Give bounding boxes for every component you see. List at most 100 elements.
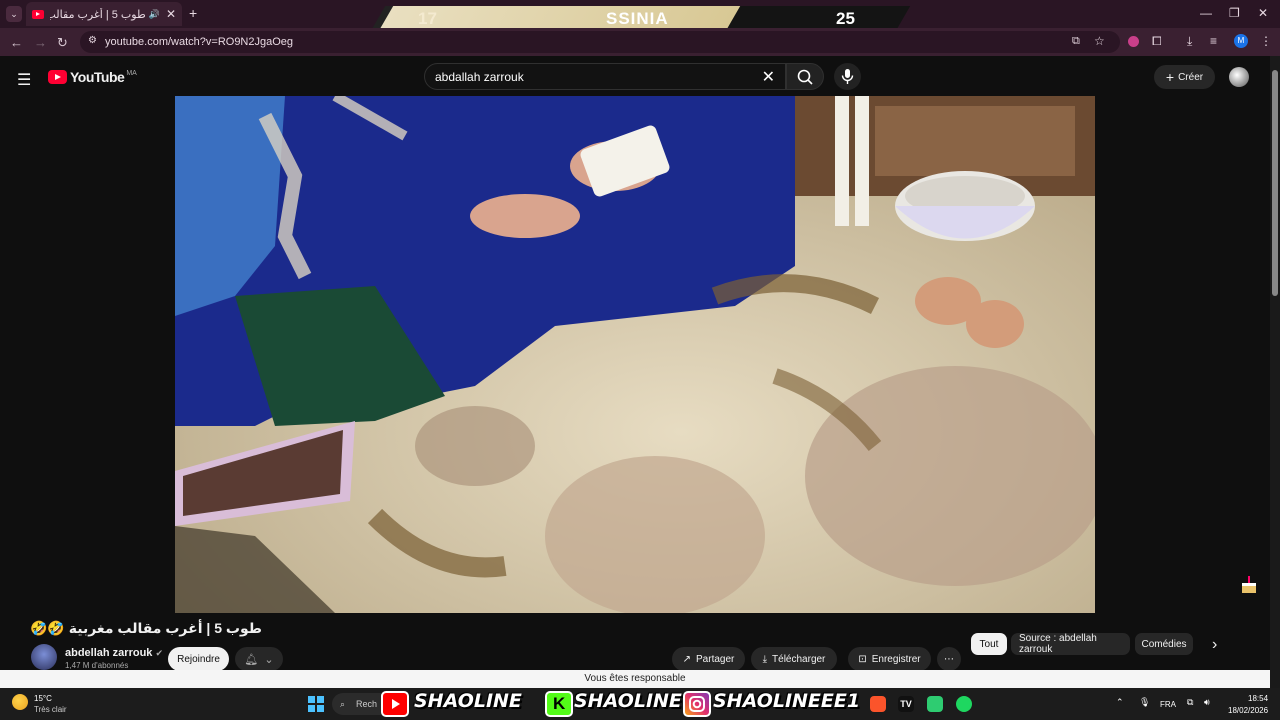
scrollbar-thumb[interactable] bbox=[1272, 70, 1278, 296]
download-button[interactable]: ⤓ Télécharger bbox=[751, 647, 837, 671]
network-icon[interactable]: ⧉ bbox=[1187, 697, 1193, 708]
cake-sticker-icon bbox=[1240, 573, 1258, 595]
verified-icon: ✔ bbox=[155, 648, 164, 658]
spotify-icon[interactable] bbox=[956, 696, 972, 712]
notice-banner: Vous êtes responsable bbox=[0, 670, 1270, 688]
clock-date: 18/02/2026 bbox=[1228, 706, 1269, 715]
tray-microphone-icon[interactable]: 🎙︎ bbox=[1139, 697, 1150, 708]
save-icon: ⊡ bbox=[858, 653, 867, 665]
profile-avatar[interactable]: M bbox=[1234, 34, 1248, 48]
share-label: Partager bbox=[696, 653, 735, 665]
join-button[interactable]: Rejoindre bbox=[168, 647, 229, 671]
taskbar-search-icon: ⌕ bbox=[340, 699, 346, 709]
voice-search-button[interactable] bbox=[834, 63, 861, 90]
page-scrollbar[interactable] bbox=[1270, 56, 1280, 688]
brave-browser-icon[interactable] bbox=[870, 696, 886, 712]
browser-menu-icon[interactable]: ⋮ bbox=[1260, 34, 1272, 48]
new-tab-button[interactable]: + bbox=[189, 5, 197, 21]
youtube-favicon-icon bbox=[32, 9, 44, 19]
taskbar-search-label: Rech bbox=[356, 699, 378, 709]
kick-banner-icon: K bbox=[545, 691, 573, 717]
browser-toolbar: ← → ↻ ⚙ youtube.com/watch?v=RO9N2JgaOeg … bbox=[0, 28, 1280, 56]
url-text: youtube.com/watch?v=RO9N2JgaOeg bbox=[105, 36, 294, 48]
youtube-banner-icon bbox=[381, 691, 409, 717]
chip-source[interactable]: Source : abdellah zarrouk bbox=[1011, 633, 1130, 655]
notification-bell-button[interactable]: 🔔︎ ⌄ bbox=[235, 647, 283, 671]
download-icon[interactable]: ⤓ bbox=[1187, 34, 1192, 49]
close-window-icon[interactable]: ✕ bbox=[1258, 6, 1268, 20]
plus-icon: + bbox=[1165, 69, 1175, 85]
cast-icon[interactable]: ⧉ bbox=[1072, 35, 1080, 48]
youtube-logo[interactable]: YouTube MA bbox=[48, 69, 137, 85]
video-player[interactable] bbox=[175, 96, 1095, 613]
browser-tab[interactable]: طوب 5 | أغرب مقالب مغربية 🔊 ✕ bbox=[26, 2, 182, 26]
system-clock[interactable]: 18:54 18/02/2026 bbox=[1228, 693, 1268, 717]
account-avatar[interactable] bbox=[1229, 67, 1249, 87]
back-icon[interactable]: ← bbox=[10, 35, 23, 50]
search-icon bbox=[797, 69, 813, 85]
more-actions-button[interactable]: ⋯ bbox=[937, 647, 961, 671]
youtube-wordmark: YouTube bbox=[70, 69, 125, 85]
close-tab-icon[interactable]: ✕ bbox=[166, 7, 176, 21]
youtube-banner-handle: SHAOLINE bbox=[414, 690, 522, 712]
save-label: Enregistrer bbox=[871, 653, 921, 665]
bookmark-star-icon[interactable]: ☆ bbox=[1094, 34, 1105, 48]
more-icon: ⋯ bbox=[944, 653, 954, 665]
clear-search-icon[interactable]: ✕ bbox=[762, 67, 775, 87]
share-button[interactable]: ↗ Partager bbox=[672, 647, 745, 671]
clock-time: 18:54 bbox=[1248, 694, 1269, 703]
download-video-icon: ⤓ bbox=[762, 653, 768, 665]
search-value: abdallah zarrouk bbox=[435, 70, 524, 84]
subscriber-count: 1,47 M d'abonnés bbox=[65, 661, 129, 670]
hamburger-menu-icon[interactable]: ☰ bbox=[17, 70, 31, 90]
create-label: Créer bbox=[1178, 71, 1204, 83]
instagram-banner-icon bbox=[683, 691, 711, 717]
microphone-icon bbox=[841, 69, 854, 84]
extensions-puzzle-icon[interactable]: ⧠ bbox=[1152, 34, 1162, 49]
video-frame bbox=[175, 96, 1095, 613]
volume-icon[interactable]: 🔊︎ bbox=[1204, 697, 1210, 708]
search-button[interactable] bbox=[786, 63, 824, 90]
download-label: Télécharger bbox=[772, 653, 826, 665]
channel-name-text: abdellah zarrouk bbox=[65, 647, 153, 659]
minimize-icon[interactable]: — bbox=[1200, 6, 1212, 20]
tradingview-icon[interactable]: TV bbox=[898, 696, 914, 712]
tab-title: طوب 5 | أغرب مقالب مغربية bbox=[50, 8, 146, 21]
score-right: 25 bbox=[836, 9, 855, 28]
weather-icon[interactable] bbox=[12, 694, 28, 710]
player-backdrop-left bbox=[0, 96, 175, 613]
weather-description: Très clair bbox=[34, 705, 67, 714]
speaker-icon[interactable]: 🔊 bbox=[149, 9, 160, 20]
media-controls-icon[interactable]: ≡ bbox=[1210, 34, 1217, 48]
address-bar[interactable]: ⚙ youtube.com/watch?v=RO9N2JgaOeg bbox=[80, 31, 1120, 53]
reload-icon[interactable]: ↻ bbox=[57, 35, 68, 51]
restore-icon[interactable]: ❐ bbox=[1229, 6, 1240, 20]
save-button[interactable]: ⊡ Enregistrer bbox=[848, 647, 931, 671]
score-left: 17 bbox=[418, 9, 437, 28]
chip-all[interactable]: Tout bbox=[971, 633, 1007, 655]
share-icon: ↗ bbox=[682, 653, 692, 665]
app-icon[interactable] bbox=[927, 696, 943, 712]
player-backdrop-right bbox=[1095, 96, 1270, 613]
video-title: طوب 5 | أغرب مقالب مغربية 🤣🤣 bbox=[30, 620, 262, 636]
forward-icon[interactable]: → bbox=[34, 35, 47, 50]
channel-name[interactable]: abdellah zarrouk ✔ bbox=[65, 647, 163, 659]
bell-icon: 🔔︎ bbox=[244, 653, 259, 666]
chevron-down-icon: ⌄ bbox=[264, 653, 274, 666]
tab-list-button[interactable]: ⌄ bbox=[6, 6, 22, 22]
create-button[interactable]: + Créer bbox=[1154, 65, 1215, 89]
site-info-icon[interactable]: ⚙ bbox=[88, 35, 97, 46]
kick-banner-handle: SHAOLINE bbox=[574, 690, 682, 712]
channel-avatar[interactable] bbox=[31, 644, 57, 670]
chip-comedies[interactable]: Comédies bbox=[1135, 633, 1193, 655]
score-center-label: SSINIA bbox=[606, 9, 669, 28]
search-input[interactable]: abdallah zarrouk ✕ bbox=[424, 63, 786, 90]
country-code: MA bbox=[126, 69, 137, 77]
windows-start-icon[interactable] bbox=[308, 696, 324, 712]
chips-next-arrow-icon[interactable]: › bbox=[1212, 636, 1217, 654]
extension-icon[interactable] bbox=[1128, 36, 1139, 47]
instagram-banner-handle: SHAOLINEEE1 bbox=[713, 690, 861, 712]
youtube-play-icon bbox=[48, 70, 67, 84]
tray-expand-icon[interactable]: ⌃ bbox=[1116, 697, 1124, 708]
language-indicator[interactable]: FRA bbox=[1160, 700, 1176, 709]
